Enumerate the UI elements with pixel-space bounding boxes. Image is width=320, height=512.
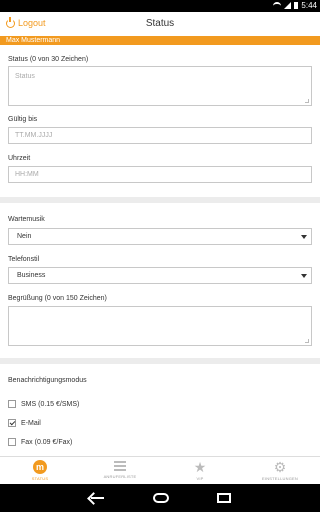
email-label: E-Mail: [21, 419, 41, 427]
greeting-label: Begrüßung (0 von 150 Zeichen): [8, 295, 107, 302]
wifi-icon: [273, 2, 281, 9]
notification-heading: Benachrichtigungsmodus: [8, 377, 87, 384]
valid-until-input[interactable]: TT.MM.JJJJ: [8, 127, 312, 144]
tab-vip[interactable]: ★ VIP: [160, 457, 240, 484]
time-label: Uhrzeit: [8, 155, 31, 162]
status-textarea[interactable]: Status: [8, 66, 312, 106]
dropdown-arrow-icon: [301, 274, 307, 278]
hold-music-label: Wartemusik: [8, 216, 45, 223]
greeting-textarea[interactable]: [8, 306, 312, 346]
settings-section: Wartemusik Nein Telefonstil Business Beg…: [0, 203, 320, 358]
tab-label: VIP: [196, 476, 204, 481]
phone-style-select[interactable]: Business: [8, 267, 312, 284]
tab-caller-list[interactable]: ANRUFERLISTE: [80, 457, 160, 484]
sms-checkbox[interactable]: [8, 400, 16, 408]
status-placeholder: Status: [15, 73, 35, 80]
option-sms[interactable]: SMS (0.15 €/SMS): [8, 400, 79, 408]
fax-checkbox[interactable]: [8, 438, 16, 446]
resize-handle-icon[interactable]: [305, 99, 309, 103]
bottom-tab-bar: m STATUS ANRUFERLISTE ★ VIP ⚙ EINSTELLUN…: [0, 456, 320, 484]
dropdown-arrow-icon: [301, 235, 307, 239]
phone-style-value: Business: [17, 272, 46, 279]
system-navigation-bar: [0, 484, 320, 512]
battery-icon: [294, 2, 298, 9]
phone-style-label: Telefonstil: [8, 256, 40, 263]
fax-label: Fax (0.09 €/Fax): [21, 438, 73, 446]
resize-handle-icon[interactable]: [305, 339, 309, 343]
hold-music-select[interactable]: Nein: [8, 228, 312, 245]
user-name-bar: Max Mustermann: [0, 36, 320, 45]
tab-status[interactable]: m STATUS: [0, 457, 80, 484]
status-section: Status (0 von 30 Zeichen) Status Gültig …: [0, 45, 320, 197]
tab-label: STATUS: [31, 476, 49, 481]
status-icons: [273, 2, 298, 9]
signal-icon: [284, 2, 291, 9]
gear-icon: ⚙: [273, 459, 287, 475]
tab-label: EINSTELLUNGEN: [262, 476, 298, 481]
time-input[interactable]: HH:MM: [8, 166, 312, 183]
app-header: Logout Status: [0, 12, 320, 36]
option-email[interactable]: E-Mail: [8, 419, 41, 427]
tab-settings[interactable]: ⚙ EINSTELLUNGEN: [240, 457, 320, 484]
page-title: Status: [145, 18, 175, 29]
home-icon[interactable]: [153, 493, 169, 503]
list-icon: [114, 460, 126, 472]
notification-section: Benachrichtigungsmodus SMS (0.15 €/SMS) …: [0, 364, 320, 456]
option-fax[interactable]: Fax (0.09 €/Fax): [8, 438, 72, 446]
system-status-bar: 5:44: [0, 0, 320, 12]
status-label: Status (0 von 30 Zeichen): [8, 56, 89, 63]
sms-label: SMS (0.15 €/SMS): [21, 400, 80, 408]
clock: 5:44: [301, 1, 317, 10]
star-icon: ★: [193, 459, 207, 475]
logo-m-icon: m: [33, 460, 47, 474]
hold-music-value: Nein: [17, 233, 32, 240]
back-icon[interactable]: [89, 493, 105, 503]
tab-label: ANRUFERLISTE: [103, 474, 137, 479]
recent-apps-icon[interactable]: [217, 493, 231, 503]
email-checkbox[interactable]: [8, 419, 16, 427]
valid-until-label: Gültig bis: [8, 116, 38, 123]
